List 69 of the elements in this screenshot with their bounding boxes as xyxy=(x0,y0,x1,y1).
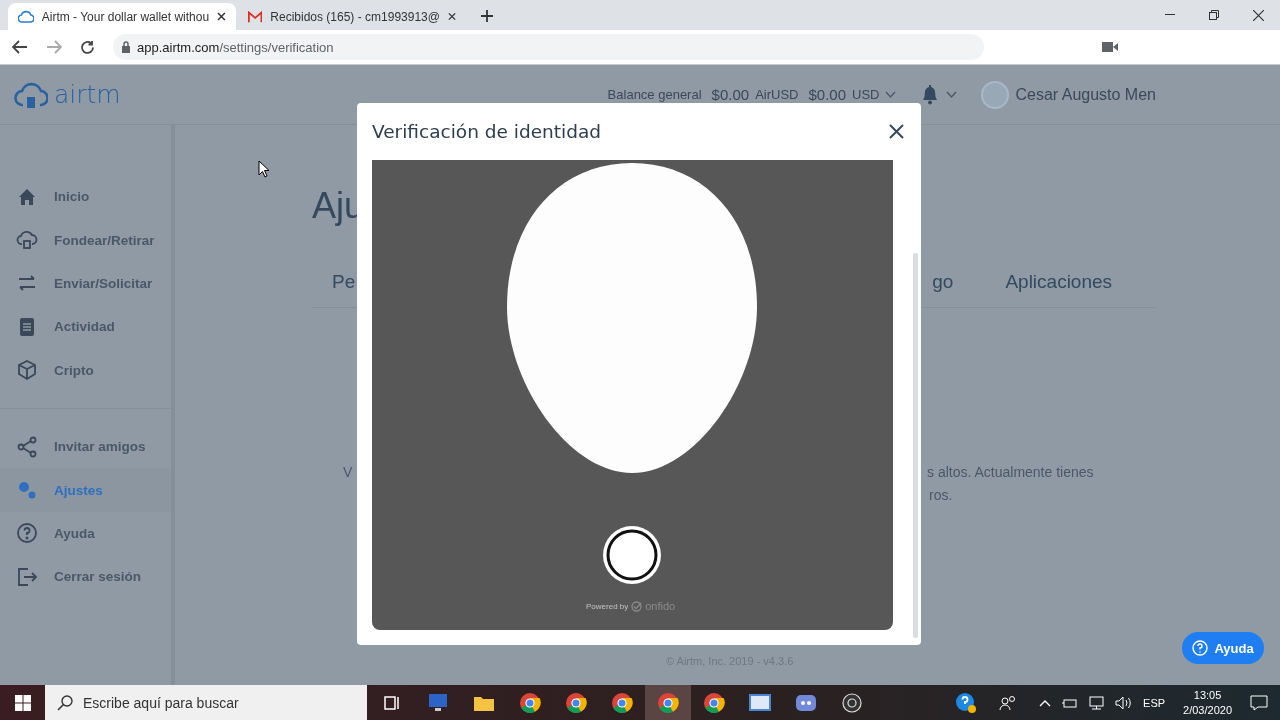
balance-amount: $0.00 xyxy=(711,86,750,103)
camera-icon[interactable] xyxy=(1102,42,1118,52)
question-icon xyxy=(16,522,38,545)
body-text: ros. xyxy=(929,487,953,503)
sidebar-item[interactable]: Cerrar sesión xyxy=(0,555,171,599)
capture-button[interactable] xyxy=(602,525,662,585)
body-text: s altos. Actualmente tienes xyxy=(927,464,1094,480)
language-indicator[interactable]: ESP xyxy=(1143,696,1166,709)
sidebar-item[interactable]: Ajustes xyxy=(0,468,171,512)
lock-icon xyxy=(121,41,131,53)
powered-by-text: Powered by xyxy=(586,601,629,611)
sidebar-item[interactable]: Inicio xyxy=(0,175,171,219)
sidebar-item[interactable]: Ayuda xyxy=(0,511,171,556)
notification-icon[interactable] xyxy=(1250,694,1268,711)
logo-text: airtm xyxy=(54,80,121,109)
sidebar-item[interactable]: Enviar/Solicitar xyxy=(0,261,171,306)
restore-icon[interactable] xyxy=(1209,10,1219,20)
search-icon xyxy=(57,694,73,711)
volume-icon[interactable] xyxy=(1115,695,1134,710)
sidebar-item[interactable]: Invitar amigos xyxy=(0,424,171,469)
battery-icon[interactable] xyxy=(1061,696,1078,709)
cloud-icon xyxy=(16,229,38,252)
sidebar-item[interactable]: Fondear/Retirar xyxy=(0,218,171,262)
chrome-icon[interactable] xyxy=(611,691,633,714)
sidebar-item[interactable]: Cripto xyxy=(0,348,171,392)
chrome-icon[interactable] xyxy=(703,691,725,714)
close-icon[interactable] xyxy=(447,12,456,21)
question-icon xyxy=(1192,640,1209,656)
search-field[interactable]: Escribe aquí para buscar xyxy=(45,685,367,720)
user-name[interactable]: Cesar Augusto Men xyxy=(1015,85,1156,104)
mail-icon xyxy=(248,10,263,23)
close-icon[interactable] xyxy=(217,12,226,21)
clock[interactable]: 13:05 2/03/2020 xyxy=(1183,687,1232,718)
settings-tab[interactable]: Pe xyxy=(332,271,356,293)
close-icon[interactable] xyxy=(1252,9,1264,21)
help-icon[interactable] xyxy=(955,691,978,714)
currency-label: USD xyxy=(852,87,880,102)
back-icon[interactable] xyxy=(12,40,28,54)
windows-icon[interactable] xyxy=(14,694,31,711)
dialog-title: Verificación de identidad xyxy=(372,121,601,142)
people-icon[interactable] xyxy=(999,694,1018,711)
body-text: V xyxy=(343,464,353,480)
minimize-icon[interactable] xyxy=(1165,14,1175,16)
cursor-icon xyxy=(258,160,270,178)
logout-icon xyxy=(16,565,38,588)
sidebar-item[interactable]: Actividad xyxy=(0,305,171,349)
browser-tab[interactable]: Airtm - Your dollar wallet withou xyxy=(8,3,236,30)
settings-tab[interactable]: go xyxy=(932,271,954,293)
close-button[interactable] xyxy=(889,124,904,139)
settings-tab[interactable]: Aplicaciones xyxy=(1005,271,1113,293)
address-bar[interactable]: app.airtm.com/settings/verification xyxy=(113,34,984,60)
balance-amount: $0.00 xyxy=(808,86,846,103)
currency-label: AirUSD xyxy=(755,87,799,102)
reload-icon[interactable] xyxy=(80,39,95,55)
chrome-icon[interactable] xyxy=(565,691,587,714)
chrome-icon[interactable] xyxy=(519,691,541,714)
chrome-icon[interactable] xyxy=(657,691,679,714)
cloud-icon xyxy=(14,80,48,109)
plus-icon[interactable] xyxy=(480,9,494,23)
browser-tab[interactable]: Recibidos (165) - cm1993913@ xyxy=(238,3,466,30)
balance-label: Balance general xyxy=(607,87,702,102)
cloud-icon xyxy=(18,9,34,24)
cube-icon xyxy=(16,359,38,382)
check-icon xyxy=(631,600,643,612)
url-text: app.airtm.com xyxy=(137,39,220,55)
url-text: /settings/verification xyxy=(219,39,334,55)
share-icon xyxy=(16,435,38,458)
avatar xyxy=(981,80,1010,109)
help-button[interactable]: Ayuda xyxy=(1182,632,1264,664)
